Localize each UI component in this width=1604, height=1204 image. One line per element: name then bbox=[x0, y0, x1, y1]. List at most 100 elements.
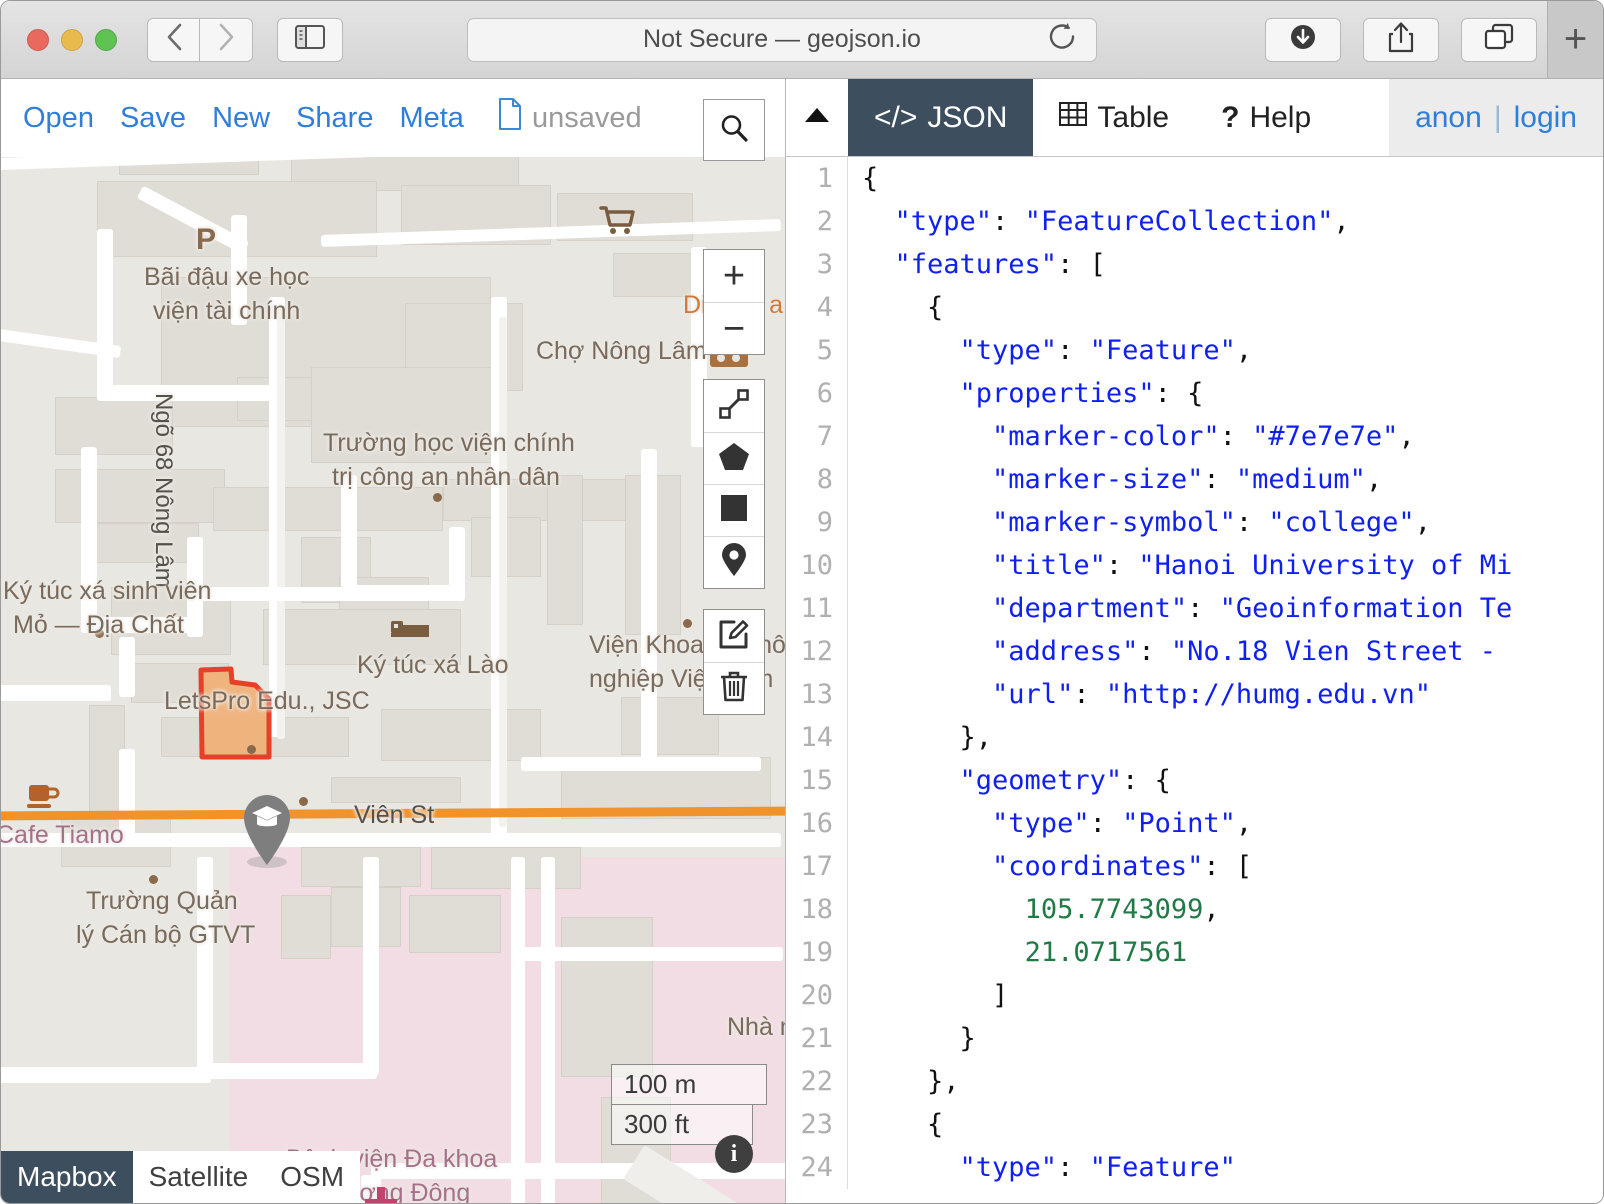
code-text[interactable]: "marker-color": "#7e7e7e", bbox=[848, 415, 1415, 458]
map-label: Cafe Tiamo bbox=[1, 821, 124, 849]
code-line[interactable]: 16 "type": "Point", bbox=[786, 802, 1603, 845]
edit-tool[interactable] bbox=[704, 610, 764, 662]
code-text[interactable]: "geometry": { bbox=[848, 759, 1171, 802]
tab-json-label: JSON bbox=[927, 100, 1008, 134]
code-line[interactable]: 14 }, bbox=[786, 716, 1603, 759]
code-line[interactable]: 8 "marker-size": "medium", bbox=[786, 458, 1603, 501]
code-line[interactable]: 19 21.0717561 bbox=[786, 931, 1603, 974]
show-all-tabs-button[interactable] bbox=[1461, 17, 1537, 62]
login-link[interactable]: login bbox=[1514, 101, 1577, 135]
close-window-button[interactable] bbox=[27, 28, 49, 51]
code-line[interactable]: 24 "type": "Feature" bbox=[786, 1146, 1603, 1189]
code-token: "type" bbox=[862, 335, 1058, 366]
code-line[interactable]: 17 "coordinates": [ bbox=[786, 845, 1603, 888]
code-line[interactable]: 6 "properties": { bbox=[786, 372, 1603, 415]
trash-icon bbox=[719, 669, 749, 708]
code-text[interactable]: } bbox=[848, 1017, 976, 1060]
zoom-controls: + − bbox=[703, 249, 765, 355]
tab-help-label: Help bbox=[1249, 100, 1312, 134]
json-editor[interactable]: 1{2 "type": "FeatureCollection", 3 "featu… bbox=[786, 157, 1603, 1203]
menu-item-open[interactable]: Open bbox=[23, 102, 94, 135]
code-text[interactable]: "type": "Feature", bbox=[848, 329, 1253, 372]
map-label: lý Cán bộ GTVT bbox=[76, 921, 256, 949]
downloads-button[interactable] bbox=[1265, 17, 1341, 62]
code-text[interactable]: 105.7743099, bbox=[848, 888, 1220, 931]
basemap-option-mapbox[interactable]: Mapbox bbox=[1, 1151, 133, 1203]
code-text[interactable]: }, bbox=[848, 1060, 960, 1103]
code-text[interactable]: "marker-size": "medium", bbox=[848, 458, 1382, 501]
line-number: 12 bbox=[786, 630, 848, 673]
sidebar-toggle-button[interactable] bbox=[277, 17, 343, 62]
code-line[interactable]: 20 ] bbox=[786, 974, 1603, 1017]
code-text[interactable]: 21.0717561 bbox=[848, 931, 1188, 974]
minimize-window-button[interactable] bbox=[61, 28, 83, 51]
share-button[interactable] bbox=[1363, 17, 1439, 62]
basemap-option-osm[interactable]: OSM bbox=[264, 1151, 360, 1203]
menu-item-share[interactable]: Share bbox=[296, 102, 373, 135]
zoom-out-button[interactable]: − bbox=[704, 302, 764, 354]
code-line[interactable]: 5 "type": "Feature", bbox=[786, 329, 1603, 372]
code-text[interactable]: { bbox=[848, 286, 943, 329]
code-token: , bbox=[1414, 507, 1431, 538]
code-text[interactable]: { bbox=[848, 157, 878, 200]
reload-icon[interactable] bbox=[1046, 20, 1078, 59]
browser-window: Not Secure — geojson.io + Open Save New … bbox=[0, 0, 1604, 1204]
forward-button[interactable] bbox=[200, 17, 253, 62]
draw-line-tool[interactable] bbox=[704, 380, 764, 432]
menu-item-meta[interactable]: Meta bbox=[399, 102, 463, 135]
new-tab-button[interactable]: + bbox=[1547, 1, 1603, 78]
code-text[interactable]: "url": "http://humg.edu.vn" bbox=[848, 673, 1431, 716]
code-text[interactable]: "type": "FeatureCollection", bbox=[848, 200, 1350, 243]
code-text[interactable]: "type": "Point", bbox=[848, 802, 1252, 845]
code-text[interactable]: "address": "No.18 Vien Street - bbox=[848, 630, 1496, 673]
draw-polygon-tool[interactable] bbox=[704, 432, 764, 484]
code-line[interactable]: 21 } bbox=[786, 1017, 1603, 1060]
menu-item-save[interactable]: Save bbox=[120, 102, 186, 135]
tab-table[interactable]: Table bbox=[1033, 79, 1196, 156]
back-button[interactable] bbox=[147, 17, 200, 62]
code-line[interactable]: 15 "geometry": { bbox=[786, 759, 1603, 802]
address-bar[interactable]: Not Secure — geojson.io bbox=[467, 17, 1097, 62]
draw-rectangle-tool[interactable] bbox=[704, 484, 764, 536]
draw-point-tool[interactable] bbox=[704, 536, 764, 588]
code-token: "http://humg.edu.vn" bbox=[1105, 679, 1431, 710]
code-line[interactable]: 22 }, bbox=[786, 1060, 1603, 1103]
code-token: "features" bbox=[862, 249, 1058, 280]
code-line[interactable]: 18 105.7743099, bbox=[786, 888, 1603, 931]
code-line[interactable]: 10 "title": "Hanoi University of Mi bbox=[786, 544, 1603, 587]
code-text[interactable]: }, bbox=[848, 716, 993, 759]
code-line[interactable]: 4 { bbox=[786, 286, 1603, 329]
basemap-option-satellite[interactable]: Satellite bbox=[133, 1151, 265, 1203]
code-text[interactable]: "department": "Geoinformation Te bbox=[848, 587, 1512, 630]
code-text[interactable]: "type": "Feature" bbox=[848, 1146, 1236, 1189]
code-line[interactable]: 7 "marker-color": "#7e7e7e", bbox=[786, 415, 1603, 458]
code-text[interactable]: ] bbox=[848, 974, 1008, 1017]
map-attribution-info-button[interactable]: i bbox=[715, 1135, 753, 1173]
tab-json[interactable]: </> JSON bbox=[848, 79, 1034, 156]
code-token: "No.18 Vien Street - bbox=[1170, 636, 1496, 667]
map-canvas[interactable]: P Bãi đậu xe học viện tài chính Ngõ 68 N… bbox=[1, 157, 785, 1203]
maximize-window-button[interactable] bbox=[95, 28, 117, 51]
tab-help[interactable]: ? Help bbox=[1195, 79, 1338, 156]
code-line[interactable]: 12 "address": "No.18 Vien Street - bbox=[786, 630, 1603, 673]
code-text[interactable]: { bbox=[848, 1103, 943, 1146]
code-line[interactable]: 13 "url": "http://humg.edu.vn" bbox=[786, 673, 1603, 716]
code-text[interactable]: "title": "Hanoi University of Mi bbox=[848, 544, 1512, 587]
delete-tool[interactable] bbox=[704, 662, 764, 714]
code-line[interactable]: 11 "department": "Geoinformation Te bbox=[786, 587, 1603, 630]
zoom-in-button[interactable]: + bbox=[704, 250, 764, 302]
code-text[interactable]: "coordinates": [ bbox=[848, 845, 1252, 888]
code-text[interactable]: "properties": { bbox=[848, 372, 1204, 415]
code-line[interactable]: 1{ bbox=[786, 157, 1603, 200]
collapse-pane-button[interactable] bbox=[786, 79, 848, 156]
map-marker-college[interactable] bbox=[237, 789, 297, 869]
code-line[interactable]: 2 "type": "FeatureCollection", bbox=[786, 200, 1603, 243]
code-token: "college" bbox=[1268, 507, 1415, 538]
code-line[interactable]: 23 { bbox=[786, 1103, 1603, 1146]
code-text[interactable]: "marker-symbol": "college", bbox=[848, 501, 1431, 544]
code-line[interactable]: 9 "marker-symbol": "college", bbox=[786, 501, 1603, 544]
map-search-button[interactable] bbox=[703, 99, 765, 161]
code-text[interactable]: "features": [ bbox=[848, 243, 1106, 286]
code-line[interactable]: 3 "features": [ bbox=[786, 243, 1603, 286]
menu-item-new[interactable]: New bbox=[212, 102, 270, 135]
